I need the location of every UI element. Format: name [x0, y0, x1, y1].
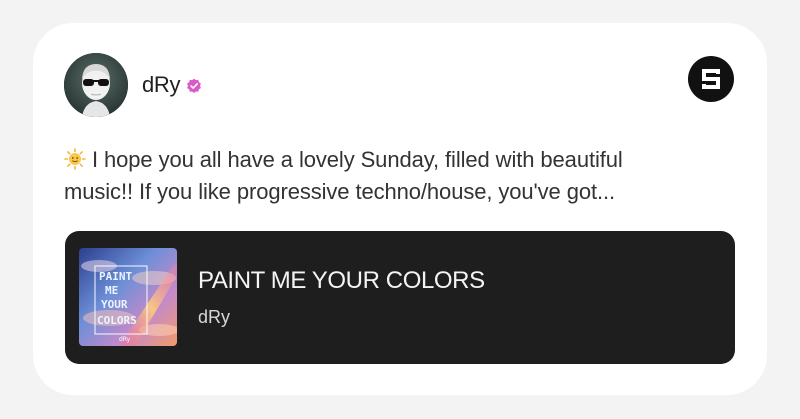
cover-text-3: YOUR — [101, 298, 128, 311]
avatar[interactable] — [64, 53, 128, 117]
post-text-line-1: I hope you all have a lovely Sunday, fil… — [64, 144, 744, 176]
author-row: dRy — [142, 72, 202, 98]
post-text-line-2: music!! If you like progressive techno/h… — [64, 179, 616, 204]
verified-badge-icon — [186, 78, 202, 94]
author-name[interactable]: dRy — [142, 72, 181, 98]
track-title[interactable]: PAINT ME YOUR COLORS — [198, 267, 485, 295]
post-card: dRy I hope you all have a lovely Sunday,… — [33, 23, 767, 395]
sound-xyz-logo-icon[interactable] — [688, 56, 734, 102]
sun-emoji-icon — [64, 147, 86, 170]
track-artist[interactable]: dRy — [198, 307, 230, 328]
cover-text-1: PAINT — [99, 270, 132, 283]
track-card[interactable]: PAINT ME YOUR COLORS dRy PAINT ME YOUR C… — [65, 231, 735, 364]
cover-text-4: COLORS — [97, 314, 137, 327]
album-cover[interactable]: PAINT ME YOUR COLORS dRy — [79, 248, 177, 346]
cover-credit: dRy — [119, 336, 131, 343]
cover-text-2: ME — [105, 284, 118, 297]
post-text-line-1-content: I hope you all have a lovely Sunday, fil… — [92, 147, 623, 172]
avatar-image — [64, 53, 128, 117]
post-text: I hope you all have a lovely Sunday, fil… — [64, 144, 744, 208]
